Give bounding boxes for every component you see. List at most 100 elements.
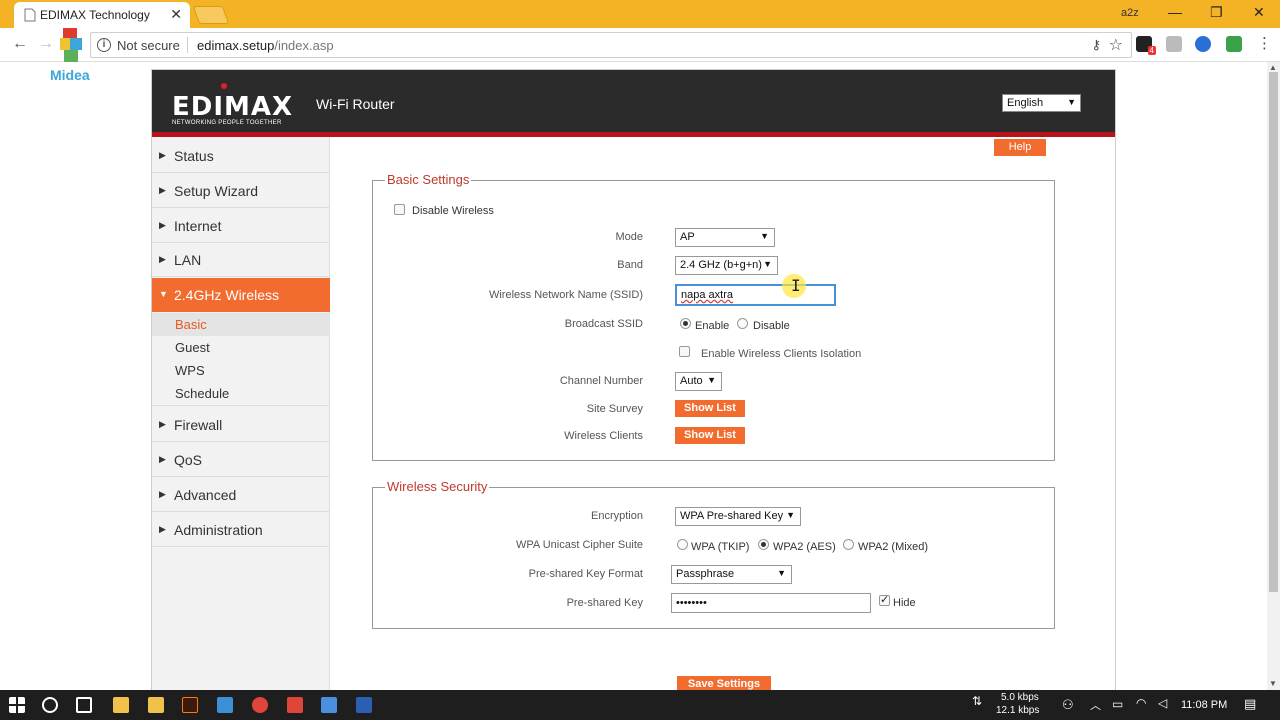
key-format-select[interactable]: Passphrase ▼	[671, 565, 792, 584]
logo-dot	[221, 83, 227, 89]
broadcast-enable-radio[interactable]	[680, 318, 691, 329]
edimax-logo: EDIMAX NETWORKING PEOPLE TOGETHER	[172, 83, 294, 126]
sidebar-item-qos[interactable]: ▶ QoS	[152, 443, 330, 477]
channel-value: Auto	[680, 375, 703, 387]
bookmark-star-icon[interactable]: ☆	[1109, 35, 1123, 55]
disable-wireless-checkbox[interactable]	[394, 204, 405, 215]
restore-icon[interactable]: ❐	[1210, 4, 1223, 21]
volume-icon[interactable]: ◁	[1158, 696, 1167, 710]
band-select[interactable]: 2.4 GHz (b+g+n) ▼	[675, 256, 778, 275]
battery-icon[interactable]: ▭	[1112, 697, 1123, 711]
sidebar-subitem-basic[interactable]: Basic	[152, 313, 330, 336]
app-blue-icon[interactable]	[217, 697, 233, 713]
hide-key-checkbox[interactable]	[879, 593, 890, 606]
dropdown-arrow-icon: ▼	[1067, 97, 1076, 107]
arrow-right-icon: ▶	[159, 185, 166, 195]
people-icon[interactable]: ⚇	[1062, 697, 1074, 713]
arrow-down-icon: ▼	[159, 289, 168, 299]
site-survey-show-list-button[interactable]: Show List	[675, 400, 745, 417]
app-red-icon[interactable]	[287, 697, 303, 713]
sidebar-item-lan[interactable]: ▶ LAN	[152, 243, 330, 277]
chrome-icon[interactable]	[252, 697, 268, 713]
profile-name[interactable]: a2z	[1121, 7, 1139, 19]
clock-time[interactable]: 11:08 PM	[1181, 699, 1227, 711]
sidebar-item-firewall[interactable]: ▶ Firewall	[152, 408, 330, 442]
page-icon	[24, 8, 36, 22]
cipher-aes-radio[interactable]	[758, 539, 769, 550]
minimize-icon[interactable]: —	[1168, 4, 1182, 20]
preshared-key-value: ••••••••	[676, 597, 707, 609]
sidebar-item-internet[interactable]: ▶ Internet	[152, 209, 330, 243]
ssid-input[interactable]: napa axtra	[675, 284, 836, 306]
product-name: Wi-Fi Router	[316, 96, 395, 112]
cipher-aes-label: WPA2 (AES)	[773, 541, 836, 553]
windows-start-icon[interactable]	[9, 697, 25, 713]
sidebar-item-advanced[interactable]: ▶ Advanced	[152, 478, 330, 512]
cipher-tkip-radio[interactable]	[677, 539, 688, 550]
channel-select[interactable]: Auto ▼	[675, 372, 722, 391]
wifi-icon[interactable]: ◠	[1136, 696, 1146, 710]
cipher-mixed-label: WPA2 (Mixed)	[858, 541, 929, 553]
key-format-value: Passphrase	[676, 568, 735, 580]
scrollbar-thumb[interactable]	[1269, 72, 1278, 592]
help-button[interactable]: Help	[994, 139, 1046, 156]
new-tab-button[interactable]	[192, 6, 230, 24]
extension-green-icon[interactable]	[1226, 36, 1242, 52]
sidebar-subitem-schedule[interactable]: Schedule	[152, 382, 330, 406]
sidebar-subitem-label: Basic	[175, 317, 207, 332]
brand-name: EDIMAX	[172, 92, 294, 122]
encryption-select[interactable]: WPA Pre-shared Key ▼	[675, 507, 801, 526]
sidebar-item-status[interactable]: ▶ Status	[152, 139, 330, 173]
search-icon[interactable]	[42, 697, 58, 713]
band-value: 2.4 GHz (b+g+n)	[680, 259, 762, 271]
key-icon[interactable]: ⚷	[1091, 37, 1101, 53]
sidebar-item-setup-wizard[interactable]: ▶ Setup Wizard	[152, 174, 330, 208]
key-format-label: Pre-shared Key Format	[528, 568, 643, 580]
menu-dots-icon[interactable]: ⋮	[1257, 34, 1272, 52]
illustrator-icon[interactable]	[182, 697, 198, 713]
ssid-value: napa axtra	[681, 289, 733, 301]
preshared-key-input[interactable]: ••••••••	[671, 593, 871, 613]
basic-settings-legend: Basic Settings	[385, 172, 472, 187]
extension-red-icon[interactable]: 4	[1136, 36, 1156, 55]
page-scrollbar[interactable]: ▲ ▼	[1267, 62, 1280, 690]
info-icon[interactable]: i	[97, 38, 111, 52]
notifications-icon[interactable]: ▤	[1244, 696, 1256, 712]
dropdown-arrow-icon: ▼	[786, 510, 795, 520]
arrow-right-icon: ▶	[159, 524, 166, 534]
broadcast-disable-radio[interactable]	[737, 318, 748, 329]
store-icon[interactable]	[148, 697, 164, 713]
sidebar-subitem-guest[interactable]: Guest	[152, 336, 330, 359]
sidebar-item-label: Setup Wizard	[174, 183, 259, 199]
sidebar-item-administration[interactable]: ▶ Administration	[152, 513, 330, 547]
wireless-clients-show-list-button[interactable]: Show List	[675, 427, 745, 444]
client-isolation-checkbox[interactable]	[679, 346, 690, 357]
tab-close-icon[interactable]: ✕	[170, 6, 182, 23]
extension-blue-icon[interactable]	[1195, 36, 1211, 52]
cipher-suite-label: WPA Unicast Cipher Suite	[516, 539, 643, 551]
window-close-icon[interactable]: ✕	[1253, 4, 1265, 21]
language-select[interactable]: English ▼	[1002, 94, 1081, 112]
file-explorer-icon[interactable]	[113, 697, 129, 713]
client-isolation-label: Enable Wireless Clients Isolation	[701, 348, 862, 360]
mode-select[interactable]: AP ▼	[675, 228, 775, 247]
sidebar-item-wireless[interactable]: ▼ 2.4GHz Wireless	[152, 278, 330, 312]
arrow-right-icon: ▶	[159, 220, 166, 230]
sidebar-subitem-wps[interactable]: WPS	[152, 359, 330, 382]
address-bar[interactable]: i Not secure edimax.setup/index.asp ⚷ ☆	[90, 32, 1132, 58]
url-text[interactable]: edimax.setup/index.asp	[197, 38, 334, 53]
arrow-right-icon: ▶	[159, 254, 166, 264]
browser-tab[interactable]: EDIMAX Technology ✕	[14, 2, 190, 28]
extension-gray-icon[interactable]	[1166, 36, 1182, 52]
scroll-up-icon[interactable]: ▲	[1269, 63, 1277, 72]
keyboard-app-icon[interactable]	[321, 697, 337, 713]
dropdown-arrow-icon: ▼	[760, 231, 769, 241]
back-icon[interactable]: ←	[12, 35, 28, 53]
tray-chevron-icon[interactable]: ︿	[1090, 697, 1101, 713]
download-speed: 12.1 kbps	[996, 705, 1040, 716]
band-label: Band	[617, 259, 643, 271]
cipher-mixed-radio[interactable]	[843, 539, 854, 550]
task-view-icon[interactable]	[76, 697, 92, 713]
scroll-down-icon[interactable]: ▼	[1269, 679, 1277, 688]
word-icon[interactable]	[356, 697, 372, 713]
